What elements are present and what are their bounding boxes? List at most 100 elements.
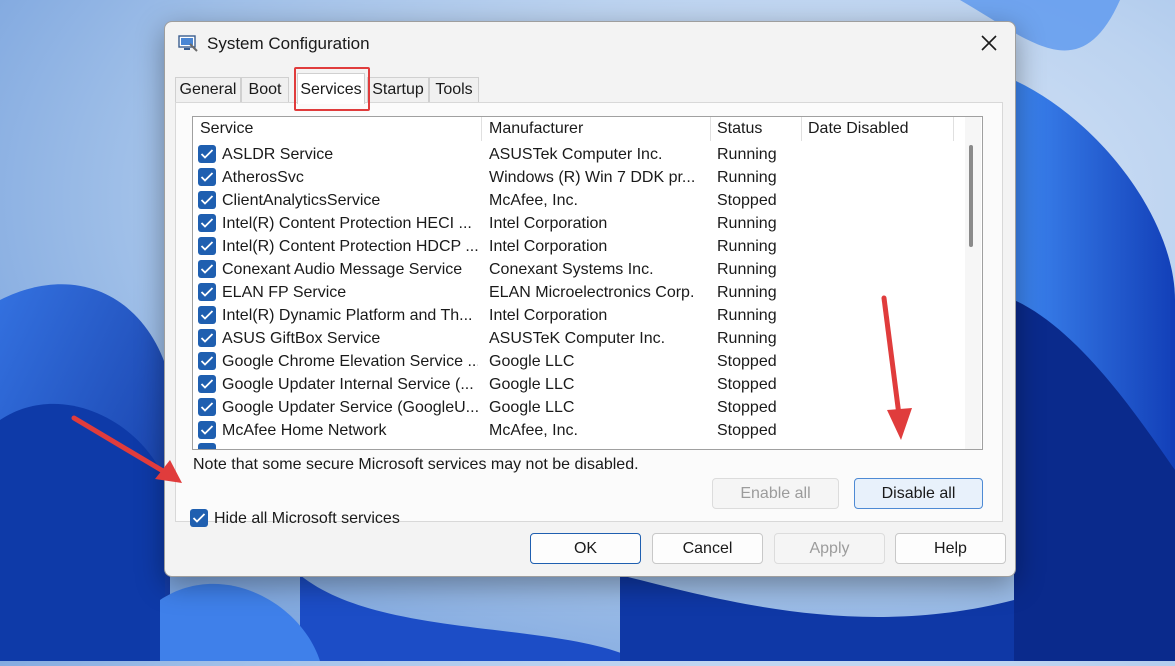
service-checkbox[interactable] xyxy=(198,145,216,163)
system-configuration-dialog: System Configuration General Boot Servic… xyxy=(164,21,1016,577)
service-manufacturer: Google LLC xyxy=(489,353,575,370)
apply-button[interactable]: Apply xyxy=(774,533,885,564)
disable-all-button[interactable]: Disable all xyxy=(854,478,983,509)
service-status: Running xyxy=(717,238,777,255)
service-status: Running xyxy=(717,215,777,232)
title-bar: System Configuration xyxy=(165,22,1015,66)
services-tab-highlight xyxy=(294,67,370,111)
service-name: Google Updater Service (GoogleU... xyxy=(222,399,478,416)
service-name: Conexant Audio Message Service xyxy=(222,261,463,278)
hide-microsoft-services-label: Hide all Microsoft services xyxy=(214,510,400,527)
service-manufacturer: ASUSTeK Computer Inc. xyxy=(489,330,666,347)
service-name: Google Chrome Elevation Service ... xyxy=(222,353,478,370)
secure-services-note: Note that some secure Microsoft services… xyxy=(193,456,639,473)
table-row[interactable]: Intel(R) Dynamic Platform and Th... Intel… xyxy=(193,304,963,327)
services-list[interactable]: Service Manufacturer Status Date Disable… xyxy=(192,116,983,450)
vertical-scrollbar[interactable] xyxy=(965,117,981,449)
table-row[interactable]: AtherosSvc Windows (R) Win 7 DDK pr... Run… xyxy=(193,166,963,189)
service-name: ClientAnalyticsService xyxy=(222,192,381,209)
service-status: Running xyxy=(717,146,777,163)
service-checkbox[interactable] xyxy=(198,283,216,301)
service-checkbox[interactable] xyxy=(198,375,216,393)
service-checkbox[interactable] xyxy=(198,443,216,449)
table-row-partial xyxy=(193,441,963,449)
service-status: Running xyxy=(717,261,777,278)
enable-all-button[interactable]: Enable all xyxy=(712,478,839,509)
service-checkbox[interactable] xyxy=(198,168,216,186)
service-manufacturer: Intel Corporation xyxy=(489,215,608,232)
service-checkbox[interactable] xyxy=(198,237,216,255)
service-checkbox[interactable] xyxy=(198,306,216,324)
table-row[interactable]: ASLDR Service ASUSTek Computer Inc. Runnin… xyxy=(193,143,963,166)
tab-boot[interactable]: Boot xyxy=(241,77,289,103)
help-button[interactable]: Help xyxy=(895,533,1006,564)
table-row[interactable]: Conexant Audio Message Service Conexant S… xyxy=(193,258,963,281)
close-button[interactable] xyxy=(977,31,1001,55)
checkmark-icon xyxy=(192,513,206,523)
checkmark-icon xyxy=(200,379,214,389)
hide-microsoft-services-checkbox[interactable] xyxy=(190,509,208,527)
table-row[interactable]: McAfee Home Network McAfee, Inc. Stopped xyxy=(193,419,963,442)
service-status: Running xyxy=(717,307,777,324)
table-row[interactable]: Intel(R) Content Protection HECI ... Inte… xyxy=(193,212,963,235)
checkmark-icon xyxy=(200,310,214,320)
service-status: Running xyxy=(717,169,777,186)
column-header-date-disabled[interactable]: Date Disabled xyxy=(808,117,909,141)
service-name: Intel(R) Content Protection HDCP ... xyxy=(222,238,478,255)
table-row[interactable]: Google Updater Internal Service (... Goog… xyxy=(193,373,963,396)
service-checkbox[interactable] xyxy=(198,191,216,209)
service-manufacturer: Intel Corporation xyxy=(489,307,608,324)
system-config-icon xyxy=(178,35,198,52)
table-row[interactable]: Google Updater Service (GoogleU... Google… xyxy=(193,396,963,419)
service-manufacturer: Google LLC xyxy=(489,376,575,393)
service-checkbox[interactable] xyxy=(198,329,216,347)
column-separator xyxy=(481,117,482,141)
service-status: Running xyxy=(717,330,777,347)
service-manufacturer: Windows (R) Win 7 DDK pr... xyxy=(489,169,696,186)
service-status: Stopped xyxy=(717,399,777,416)
service-name: AtherosSvc xyxy=(222,169,304,186)
table-row[interactable]: ASUS GiftBox Service ASUSTeK Computer Inc… xyxy=(193,327,963,350)
service-manufacturer: ELAN Microelectronics Corp. xyxy=(489,284,695,301)
column-header-status[interactable]: Status xyxy=(717,117,762,141)
checkmark-icon xyxy=(200,172,214,182)
service-name: ASUS GiftBox Service xyxy=(222,330,381,347)
services-panel: Service Manufacturer Status Date Disable… xyxy=(175,102,1003,527)
checkmark-icon xyxy=(200,333,214,343)
column-header-service[interactable]: Service xyxy=(200,117,253,141)
table-row[interactable]: ClientAnalyticsService McAfee, Inc. Stoppe… xyxy=(193,189,963,212)
service-checkbox[interactable] xyxy=(198,421,216,439)
service-manufacturer: McAfee, Inc. xyxy=(489,422,578,439)
checkmark-icon xyxy=(200,241,214,251)
service-manufacturer: Google LLC xyxy=(489,399,575,416)
window-title: System Configuration xyxy=(207,34,370,53)
checkmark-icon xyxy=(200,218,214,228)
service-checkbox[interactable] xyxy=(198,352,216,370)
service-name: Intel(R) Dynamic Platform and Th... xyxy=(222,307,473,324)
close-icon xyxy=(981,35,997,51)
service-status: Stopped xyxy=(717,353,777,370)
checkmark-icon xyxy=(200,356,214,366)
tab-general[interactable]: General xyxy=(175,77,241,103)
service-name: ELAN FP Service xyxy=(222,284,347,301)
table-row[interactable]: Intel(R) Content Protection HDCP ... Inte… xyxy=(193,235,963,258)
tab-startup[interactable]: Startup xyxy=(367,77,429,103)
service-checkbox[interactable] xyxy=(198,260,216,278)
tab-tools[interactable]: Tools xyxy=(429,77,479,103)
column-header-manufacturer[interactable]: Manufacturer xyxy=(489,117,583,141)
ok-button[interactable]: OK xyxy=(530,533,641,564)
checkmark-icon xyxy=(200,264,214,274)
scrollbar-thumb[interactable] xyxy=(969,145,973,247)
table-row[interactable]: ELAN FP Service ELAN Microelectronics Cor… xyxy=(193,281,963,304)
service-name: Intel(R) Content Protection HECI ... xyxy=(222,215,472,232)
checkmark-icon xyxy=(200,287,214,297)
checkmark-icon xyxy=(200,402,214,412)
service-name: Google Updater Internal Service (... xyxy=(222,376,474,393)
table-row[interactable]: Google Chrome Elevation Service ... Googl… xyxy=(193,350,963,373)
service-status: Stopped xyxy=(717,422,777,439)
cancel-button[interactable]: Cancel xyxy=(652,533,763,564)
service-checkbox[interactable] xyxy=(198,398,216,416)
service-checkbox[interactable] xyxy=(198,214,216,232)
service-status: Running xyxy=(717,284,777,301)
checkmark-icon xyxy=(200,149,214,159)
